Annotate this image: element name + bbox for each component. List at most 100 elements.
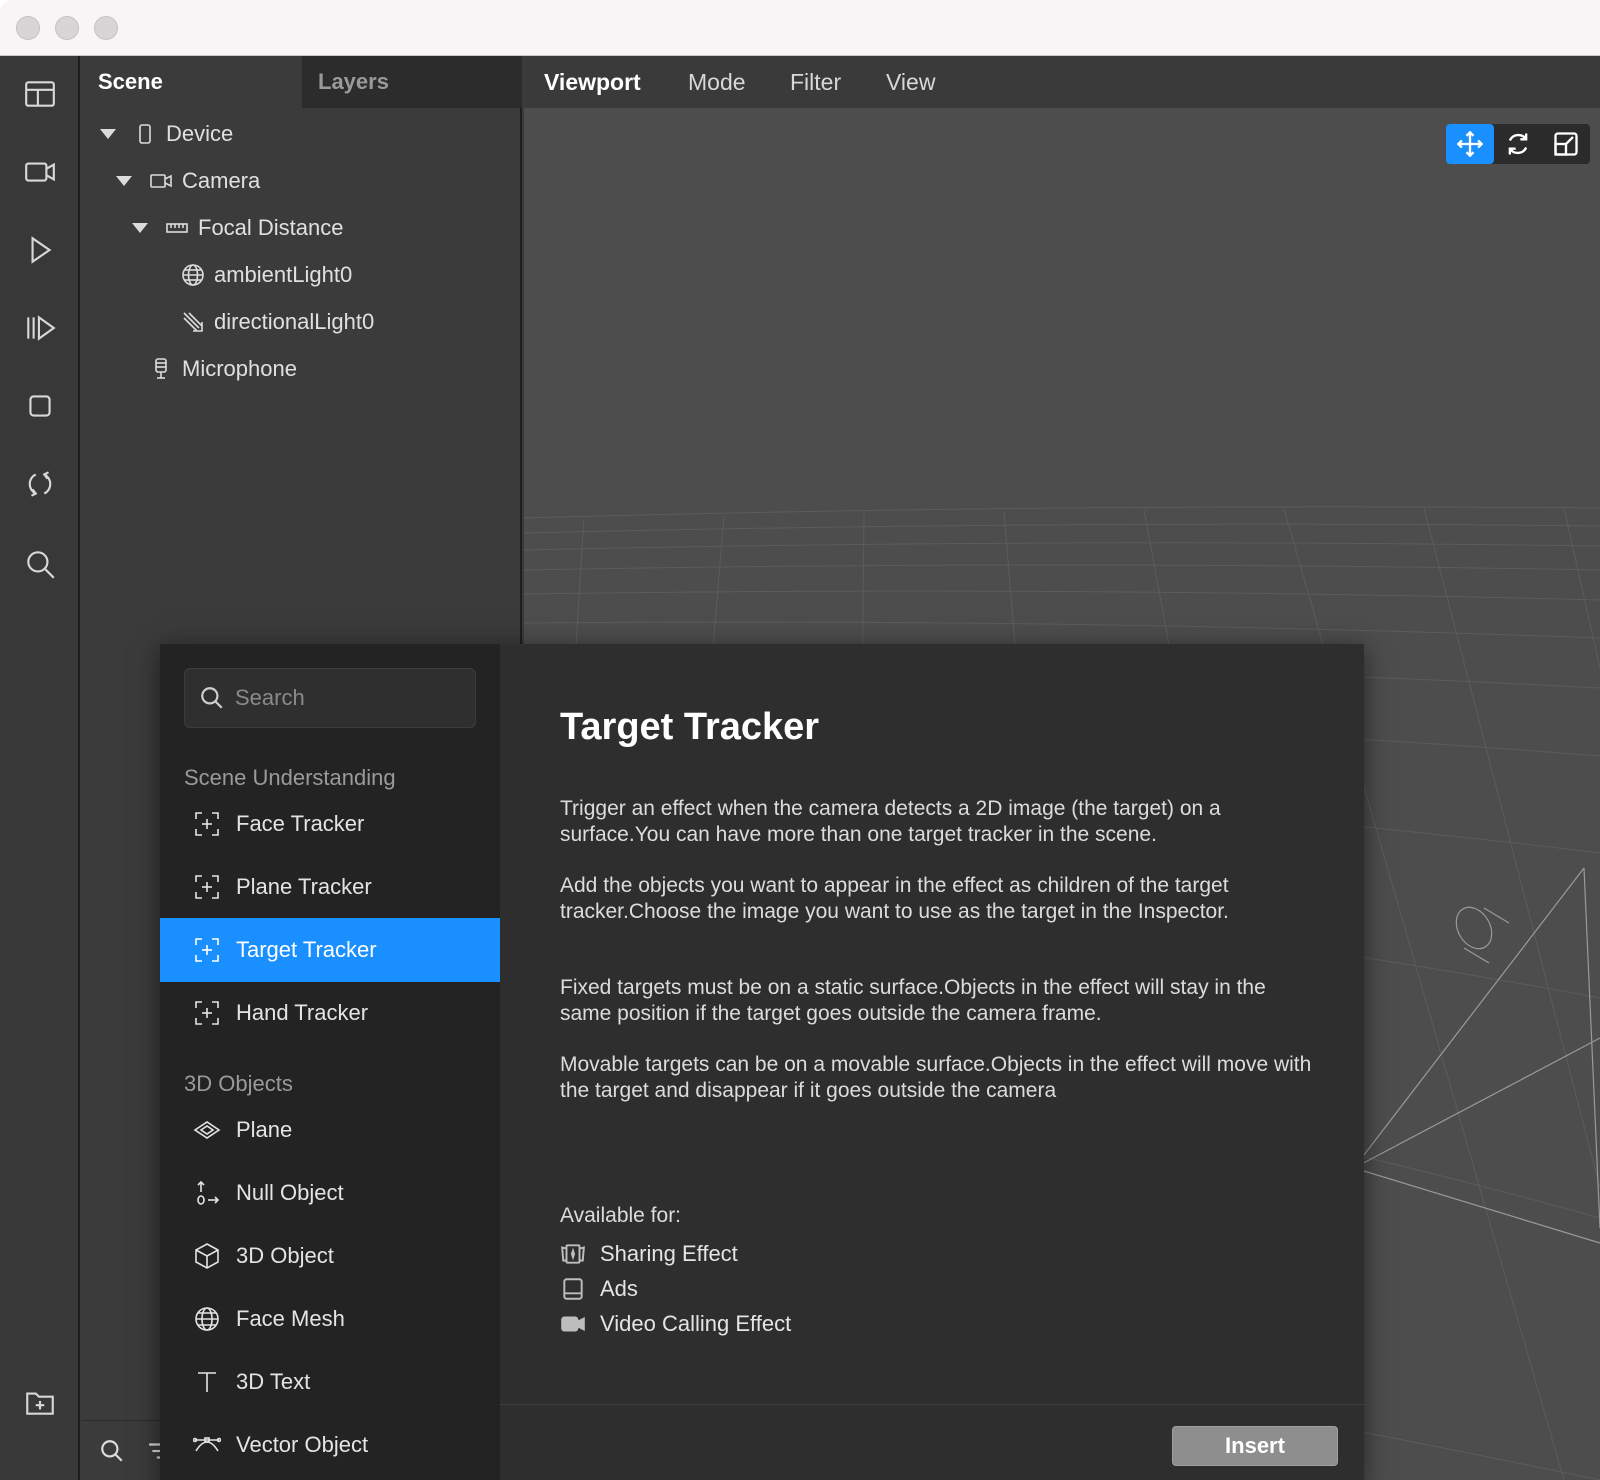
search-icon <box>201 687 223 709</box>
zoom-window-button[interactable] <box>94 16 118 40</box>
camera-icon <box>146 166 176 196</box>
tree-item-directional-light[interactable]: directionalLight0 <box>178 302 374 342</box>
tracker-icon <box>192 935 222 965</box>
library-item-label: Plane Tracker <box>236 874 372 899</box>
available-for-label: Available for: <box>560 1204 682 1227</box>
library-item-face-mesh[interactable]: Face Mesh <box>160 1287 500 1351</box>
search-icon <box>27 551 55 579</box>
library-item-face-tracker[interactable]: Face Tracker <box>160 792 500 856</box>
detail-paragraph: Fixed targets must be on a static surfac… <box>560 976 1266 1025</box>
library-item-label: Face Tracker <box>236 811 365 836</box>
library-item-label: Plane <box>236 1117 293 1142</box>
library-search-box[interactable] <box>184 668 476 728</box>
microphone-icon <box>146 354 176 384</box>
detail-paragraph: Movable targets can be on a movable surf… <box>560 1053 1312 1102</box>
scene-tab-bar: Scene Layers <box>82 56 522 108</box>
library-item-label: Vector Object <box>236 1432 369 1457</box>
available-label-text: Sharing Effect <box>600 1241 738 1266</box>
expand-caret-icon[interactable] <box>132 223 148 233</box>
stop-icon <box>29 395 51 417</box>
insert-button[interactable]: Insert <box>1172 1426 1338 1466</box>
scale-tool-button[interactable] <box>1542 124 1590 164</box>
tree-item-label: Microphone <box>182 356 297 381</box>
library-item-label: Target Tracker <box>236 937 377 962</box>
camera-view-button[interactable] <box>18 150 62 194</box>
available-label-text: Video Calling Effect <box>600 1311 792 1336</box>
dialog-footer-divider <box>500 1404 1364 1405</box>
tree-item-ambient-light[interactable]: ambientLight0 <box>178 255 352 295</box>
rotate-tool-button[interactable] <box>1494 124 1542 164</box>
library-item-vector-object[interactable]: Vector Object <box>160 1413 500 1477</box>
close-window-button[interactable] <box>16 16 40 40</box>
detail-title: Target Tracker <box>560 706 820 748</box>
app-body: Scene Layers Device Camera Focal Distanc… <box>0 56 1600 1480</box>
tracker-icon <box>192 872 222 902</box>
transform-tools <box>1446 124 1590 164</box>
menu-filter[interactable]: Filter <box>790 56 841 108</box>
tree-item-microphone[interactable]: Microphone <box>146 349 297 389</box>
play-button[interactable] <box>18 228 62 272</box>
layout-icon <box>25 81 55 107</box>
library-item-label: 3D Object <box>236 1243 334 1268</box>
refresh-icon <box>28 471 52 497</box>
library-item-null-object[interactable]: Null Object <box>160 1161 500 1225</box>
tree-item-label: ambientLight0 <box>214 262 353 287</box>
ruler-icon <box>162 213 192 243</box>
library-item-label: Face Mesh <box>236 1306 345 1331</box>
library-item-3d-object[interactable]: 3D Object <box>160 1224 500 1288</box>
tree-item-device[interactable]: Device <box>100 114 233 154</box>
add-asset-button[interactable] <box>18 1380 62 1424</box>
step-forward-button[interactable] <box>18 306 62 350</box>
library-item-label: Null Object <box>236 1180 344 1205</box>
search-rail-button[interactable] <box>18 542 62 586</box>
directional-light-icon <box>178 307 208 337</box>
face-mesh-icon <box>192 1304 222 1334</box>
menu-view[interactable]: View <box>886 56 935 108</box>
available-video-calling: Video Calling Effect <box>560 1308 791 1340</box>
expand-caret-icon[interactable] <box>116 176 132 186</box>
library-item-plane-tracker[interactable]: Plane Tracker <box>160 855 500 919</box>
object-detail-pane: Target Tracker Trigger an effect when th… <box>500 644 1364 1480</box>
add-object-dialog: Scene Understanding Face Tracker Plane T… <box>160 644 1364 1480</box>
video-call-icon <box>561 1316 585 1332</box>
tree-item-label: Camera <box>182 168 261 193</box>
toolbar-rail <box>0 56 80 1480</box>
vector-icon <box>192 1430 222 1460</box>
tree-item-label: Device <box>166 121 234 146</box>
available-label-text: Ads <box>600 1276 638 1301</box>
layout-button[interactable] <box>18 72 62 116</box>
scale-icon <box>1554 132 1578 156</box>
minimize-window-button[interactable] <box>55 16 79 40</box>
viewport-menu-bar: Viewport Mode Filter View <box>524 56 1600 108</box>
library-item-label: Hand Tracker <box>236 1000 369 1025</box>
library-item-3d-text[interactable]: 3D Text <box>160 1350 500 1414</box>
move-tool-button[interactable] <box>1446 124 1494 164</box>
tree-item-label: Focal Distance <box>198 215 344 240</box>
ads-icon <box>563 1278 583 1300</box>
scene-search-button[interactable] <box>96 1435 128 1467</box>
restart-button[interactable] <box>18 462 62 506</box>
video-camera-icon <box>25 162 55 182</box>
tree-item-label: directionalLight0 <box>214 309 375 334</box>
menu-mode[interactable]: Mode <box>688 56 746 108</box>
tracker-icon <box>192 998 222 1028</box>
tab-scene[interactable]: Scene <box>82 56 302 108</box>
move-icon <box>1456 130 1484 158</box>
category-3d-objects: 3D Objects <box>184 1071 293 1096</box>
tab-layers[interactable]: Layers <box>302 56 522 108</box>
detail-paragraph: Add the objects you want to appear in th… <box>560 874 1229 923</box>
library-search-input[interactable] <box>235 685 455 711</box>
expand-caret-icon[interactable] <box>100 129 116 139</box>
library-item-target-tracker[interactable]: Target Tracker <box>160 918 500 982</box>
tree-item-focal-distance[interactable]: Focal Distance <box>132 208 344 248</box>
menu-viewport[interactable]: Viewport <box>544 56 641 108</box>
window-titlebar <box>0 0 1600 56</box>
library-item-hand-tracker[interactable]: Hand Tracker <box>160 981 500 1045</box>
globe-light-icon <box>178 260 208 290</box>
library-item-plane[interactable]: Plane <box>160 1098 500 1162</box>
tree-item-camera[interactable]: Camera <box>116 161 260 201</box>
folder-plus-icon <box>26 1392 54 1415</box>
stop-button[interactable] <box>18 384 62 428</box>
library-item-label: 3D Text <box>236 1369 311 1394</box>
detail-paragraph: Trigger an effect when the camera detect… <box>560 797 1221 846</box>
